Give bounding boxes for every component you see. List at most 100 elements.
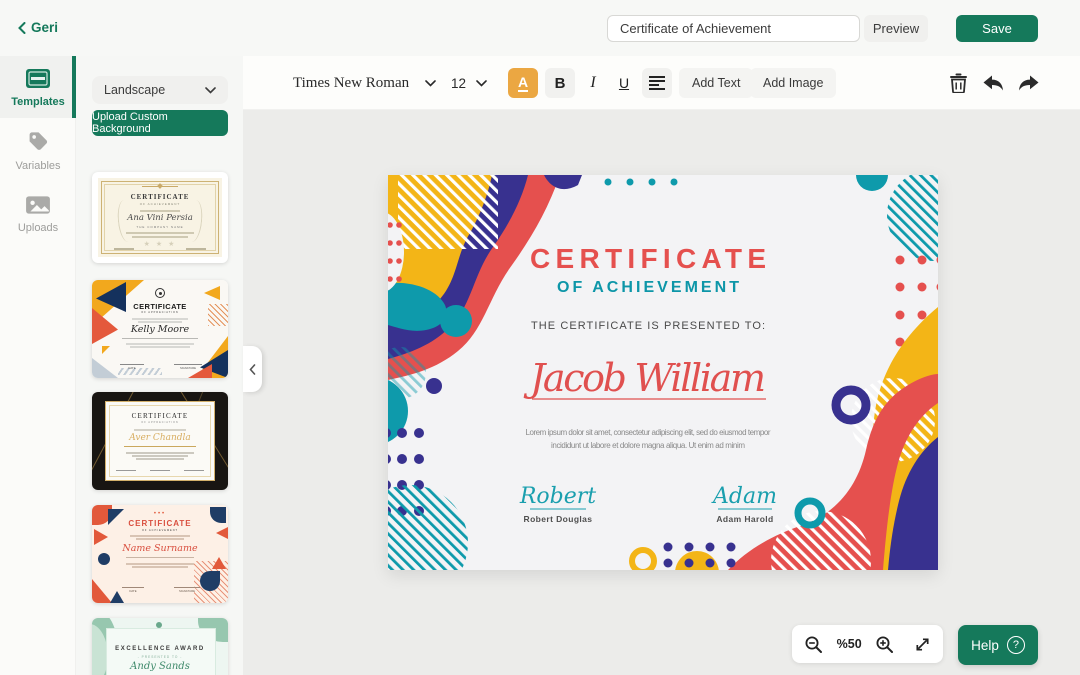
- thumb-signature-label: SIGNATURE: [174, 587, 200, 593]
- chevron-down-icon: [205, 87, 216, 94]
- add-image-button[interactable]: Add Image: [750, 68, 836, 98]
- signature-left[interactable]: Robert Robert Douglas: [519, 484, 596, 524]
- back-button[interactable]: Geri: [18, 20, 58, 35]
- font-size-value: 12: [451, 76, 466, 91]
- thumb-subtitle: OF APPRECIATION: [92, 311, 228, 314]
- signature-script: Adam: [711, 484, 777, 509]
- certificate-title-text[interactable]: CERTIFICATE: [530, 243, 766, 274]
- preview-button[interactable]: Preview: [864, 15, 928, 42]
- zoom-in-button[interactable]: [875, 635, 894, 654]
- sidebar-item-label: Uploads: [18, 222, 58, 234]
- thumb-name: Kelly Moore: [92, 324, 228, 335]
- italic-label: I: [590, 74, 595, 92]
- signature-right[interactable]: Adam Adam Harold: [711, 484, 777, 524]
- template-preview: EXCELLENCE AWARD - PRESENTED TO - Andy S…: [92, 618, 228, 675]
- font-family-select[interactable]: Times New Roman: [293, 68, 436, 98]
- thumb-date-label: DATE: [122, 587, 144, 593]
- text-color-label: A: [518, 74, 528, 92]
- template-thumbnail-dark[interactable]: CERTIFICATE OF APPRECIATION Aver Chandla: [92, 392, 228, 490]
- zoom-out-icon: [804, 635, 823, 654]
- delete-button[interactable]: [945, 68, 971, 98]
- signature-script: Robert: [519, 484, 596, 509]
- template-preview: CERTIFICATE OF APPRECIATION Kelly Moore …: [92, 280, 228, 378]
- thumb-title: CERTIFICATE: [92, 302, 228, 311]
- align-button[interactable]: [642, 68, 672, 98]
- certificate-design[interactable]: CERTIFICATE OF ACHIEVEMENT THE CERTIFICA…: [388, 175, 938, 570]
- templates-panel: Landscape Upload Custom Background CERTI…: [77, 56, 243, 675]
- undo-icon: [982, 75, 1004, 92]
- thumb-name: Aver Chandla: [106, 433, 214, 443]
- top-bar: Geri Preview Save: [0, 0, 1080, 56]
- template-preview: CERTIFICATE OF ACHIEVEMENT Ana Vini Pers…: [98, 178, 222, 257]
- certificate-body-line1[interactable]: Lorem ipsum dolor sit amet, consectetur …: [526, 428, 771, 437]
- upload-custom-background-button[interactable]: Upload Custom Background: [92, 110, 228, 136]
- thumb-company: THE COMPANY NAME: [98, 225, 222, 229]
- template-preview: CERTIFICATE OF APPRECIATION Aver Chandla: [92, 392, 228, 490]
- left-rail: Templates Variables Uploads: [0, 56, 76, 675]
- zoom-out-button[interactable]: [804, 635, 823, 654]
- underline-label: U: [619, 75, 629, 91]
- zoom-controls: %50: [792, 625, 943, 663]
- sidebar-item-uploads[interactable]: Uploads: [0, 182, 76, 244]
- signature-name: Adam Harold: [716, 514, 773, 524]
- fullscreen-button[interactable]: [914, 636, 931, 653]
- save-button[interactable]: Save: [956, 15, 1038, 42]
- editor-canvas[interactable]: CERTIFICATE OF ACHIEVEMENT THE CERTIFICA…: [243, 110, 1080, 675]
- undo-button[interactable]: [979, 68, 1007, 98]
- sidebar-item-templates[interactable]: Templates: [0, 56, 76, 118]
- thumb-date-label: DATE: [120, 364, 144, 370]
- thumb-subtitle: OF ACHIEVEMENT: [92, 529, 228, 532]
- chevron-down-icon: [476, 80, 487, 87]
- sidebar-item-label: Variables: [15, 160, 60, 172]
- chevron-left-icon: [18, 22, 26, 34]
- thumb-title: CERTIFICATE: [106, 412, 214, 420]
- template-thumbnail-peach[interactable]: ••• CERTIFICATE OF ACHIEVEMENT Name Surn…: [92, 505, 228, 603]
- chevron-left-icon: [249, 364, 256, 375]
- orientation-value: Landscape: [104, 83, 165, 97]
- thumb-name: Andy Sands: [92, 661, 228, 672]
- thumb-title: CERTIFICATE: [98, 193, 222, 201]
- expand-icon: [914, 636, 931, 653]
- format-toolbar: Times New Roman 12 A B I U Add Text Add …: [243, 56, 1080, 110]
- thumb-title: CERTIFICATE: [92, 519, 228, 528]
- zoom-level-value: %50: [837, 637, 862, 651]
- font-size-select[interactable]: 12: [451, 68, 487, 98]
- certificate-recipient-name[interactable]: Jacob William: [523, 356, 766, 400]
- template-preview: ••• CERTIFICATE OF ACHIEVEMENT Name Surn…: [92, 505, 228, 603]
- font-family-value: Times New Roman: [293, 75, 409, 92]
- sidebar-item-label: Templates: [11, 96, 65, 108]
- zoom-in-icon: [875, 635, 894, 654]
- italic-button[interactable]: I: [580, 68, 606, 98]
- align-left-icon: [649, 76, 665, 90]
- bold-label: B: [555, 75, 566, 92]
- orientation-select[interactable]: Landscape: [92, 76, 228, 104]
- certificate-body-line2[interactable]: incididunt ut labore et dolore magna ali…: [551, 441, 745, 450]
- thumb-signature-label: SIGNATURE: [174, 364, 202, 370]
- templates-icon: [24, 68, 52, 90]
- thumb-subtitle: OF ACHIEVEMENT: [98, 202, 222, 206]
- template-thumbnail-classic[interactable]: CERTIFICATE OF ACHIEVEMENT Ana Vini Pers…: [92, 172, 228, 263]
- help-label: Help: [971, 638, 999, 653]
- thumb-title: EXCELLENCE AWARD: [92, 646, 228, 652]
- trash-icon: [950, 73, 967, 93]
- question-icon: ?: [1007, 636, 1025, 654]
- panel-collapse-handle[interactable]: [243, 346, 262, 392]
- signature-name: Robert Douglas: [524, 514, 593, 524]
- underline-button[interactable]: U: [611, 68, 637, 98]
- tag-icon: [26, 130, 50, 154]
- bold-button[interactable]: B: [545, 68, 575, 98]
- thumb-name: Ana Vini Persia: [98, 213, 222, 223]
- image-icon: [25, 194, 51, 216]
- help-button[interactable]: Help ?: [958, 625, 1038, 665]
- certificate-presented-text[interactable]: THE CERTIFICATE IS PRESENTED TO:: [531, 320, 765, 332]
- sidebar-item-variables[interactable]: Variables: [0, 118, 76, 182]
- chevron-down-icon: [425, 80, 436, 87]
- redo-button[interactable]: [1015, 68, 1043, 98]
- thumb-subtitle: - PRESENTED TO -: [92, 655, 228, 659]
- template-thumbnail-mint[interactable]: EXCELLENCE AWARD - PRESENTED TO - Andy S…: [92, 618, 228, 675]
- add-text-button[interactable]: Add Text: [679, 68, 753, 98]
- certificate-artboard[interactable]: CERTIFICATE OF ACHIEVEMENT THE CERTIFICA…: [388, 175, 938, 570]
- document-title-input[interactable]: [607, 15, 860, 42]
- text-color-button[interactable]: A: [508, 68, 538, 98]
- template-thumbnail-geometric[interactable]: CERTIFICATE OF APPRECIATION Kelly Moore …: [92, 280, 228, 378]
